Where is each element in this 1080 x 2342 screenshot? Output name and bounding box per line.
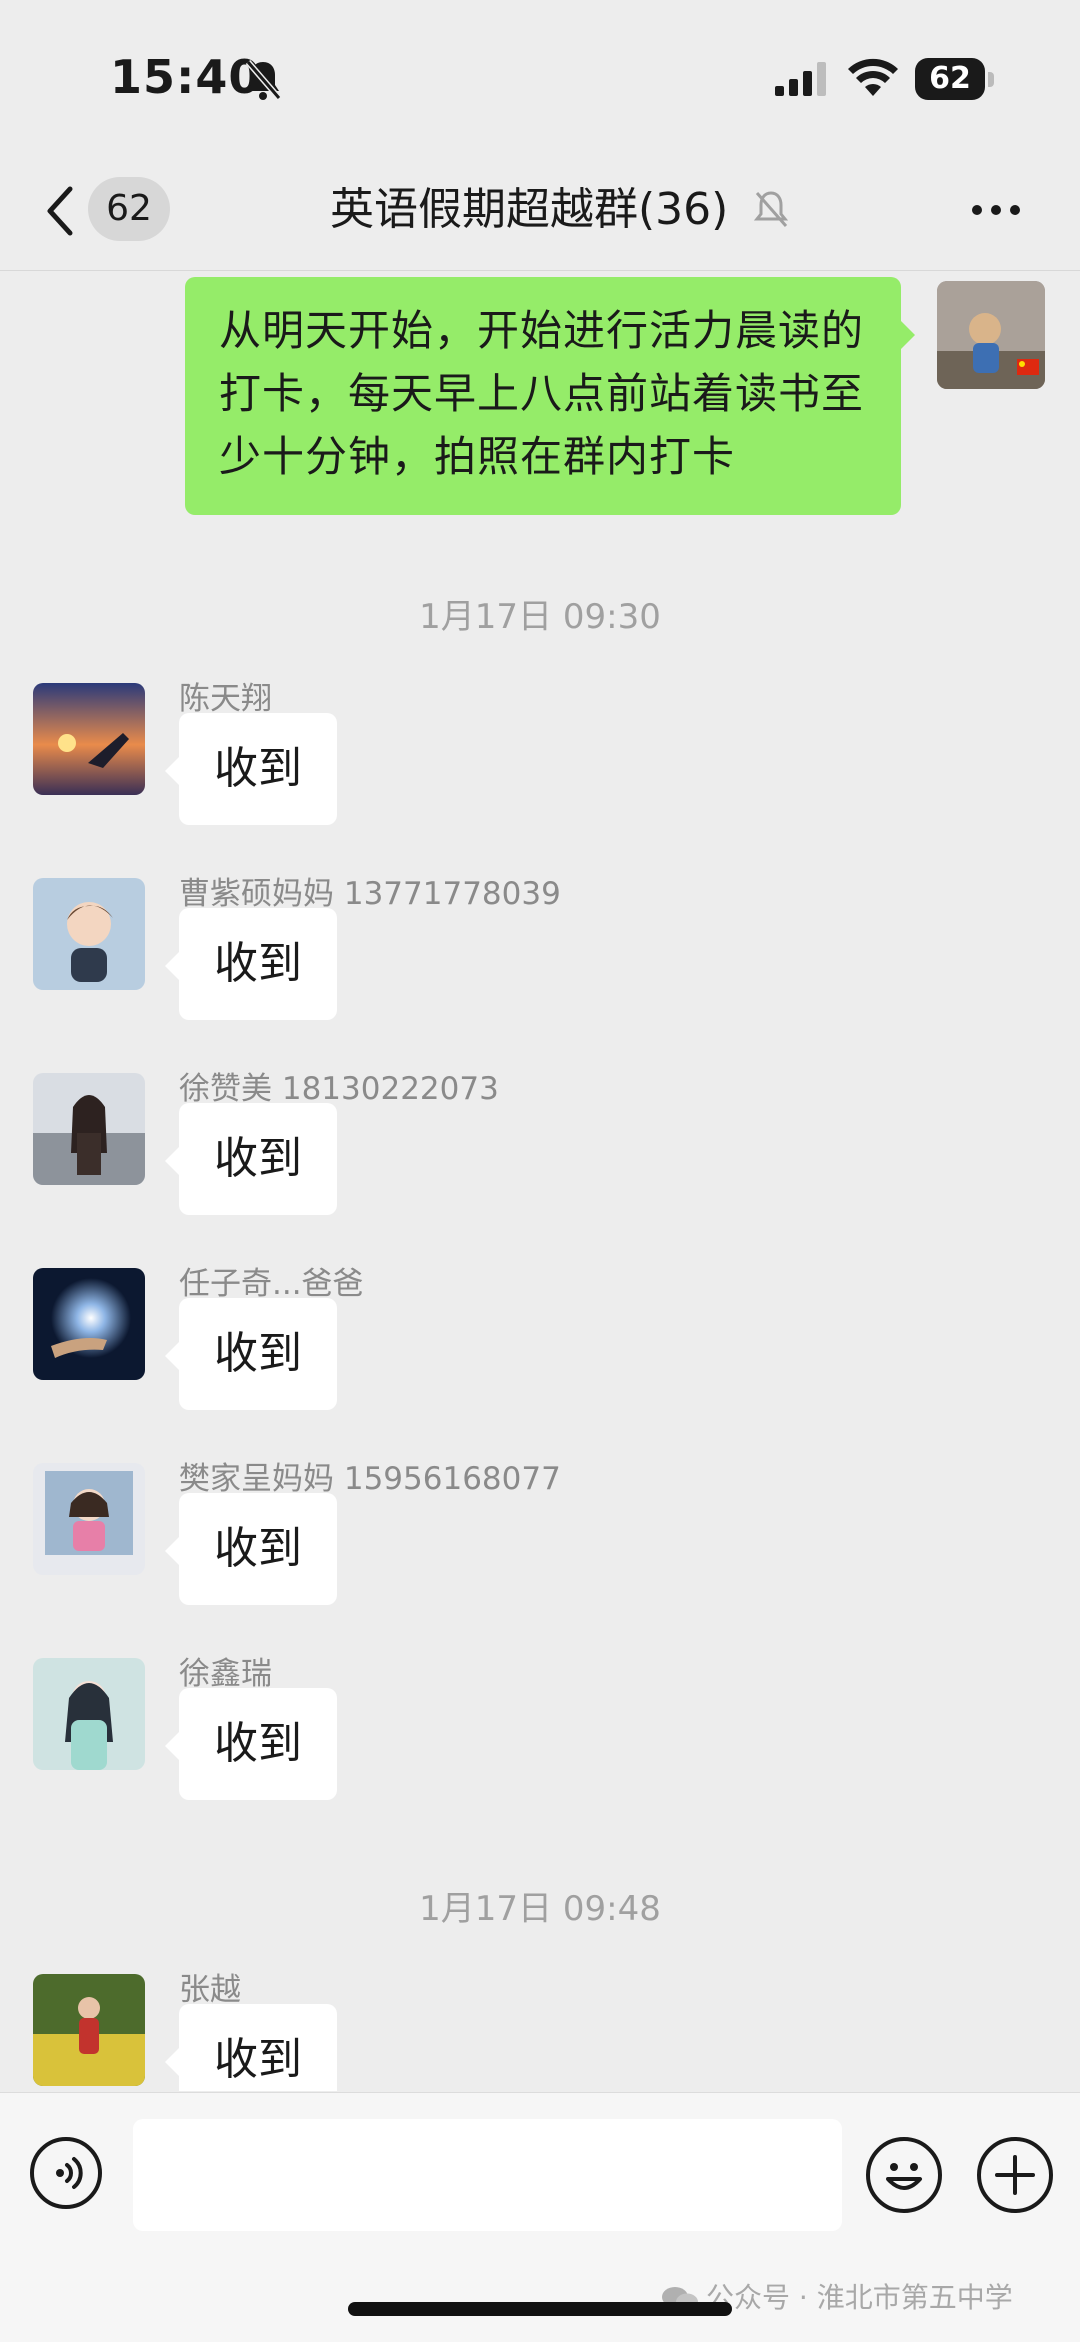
- chat-message-list[interactable]: 从明天开始，开始进行活力晨读的打卡，每天早上八点前站着读书至少十分钟，拍照在群内…: [0, 271, 1080, 2091]
- bell-off-icon: [245, 60, 282, 100]
- home-indicator[interactable]: [348, 2302, 732, 2316]
- message-bubble[interactable]: 收到: [165, 713, 337, 825]
- cellular-signal-icon: [775, 62, 826, 96]
- chat-message: 樊家呈妈妈 15956168077 收到: [0, 1453, 1080, 1633]
- smiley-icon: [886, 2163, 922, 2190]
- cartoon-girl-avatar[interactable]: [33, 878, 145, 990]
- chat-message: 曹紫硕妈妈 13771778039 收到: [0, 868, 1080, 1048]
- sender-name: 陈天翔: [179, 681, 272, 717]
- chat-message: 陈天翔 收到: [0, 673, 1080, 853]
- sender-name: 徐鑫瑞: [179, 1656, 272, 1692]
- watermark-text: 公众号 · 淮北市第五中学: [706, 2281, 1013, 2314]
- sender-name: 徐赞美 18130222073: [179, 1071, 499, 1107]
- sender-name: 张越: [179, 1972, 241, 2008]
- plus-icon: [995, 2155, 1035, 2195]
- sender-name: 樊家呈妈妈 15956168077: [179, 1461, 561, 1497]
- sunset-beach-avatar[interactable]: [33, 683, 145, 795]
- chat-message: 徐鑫瑞 收到: [0, 1648, 1080, 1828]
- back-chevron-icon[interactable]: [40, 183, 80, 239]
- chat-message: 张越 收到: [0, 1964, 1080, 2091]
- time-separator: 1月17日 09:48: [419, 1889, 661, 1929]
- glowing-hand-avatar[interactable]: [33, 1268, 145, 1380]
- chat-header: 62 英语假期超越群(36): [0, 150, 1080, 271]
- more-actions-button[interactable]: [977, 2137, 1053, 2213]
- message-bubble[interactable]: 收到: [165, 1493, 337, 1605]
- muted-bell-icon: [753, 191, 789, 227]
- my-avatar[interactable]: [937, 281, 1045, 389]
- status-bar: 15:40 62: [0, 0, 1080, 150]
- message-bubble[interactable]: 收到: [165, 1103, 337, 1215]
- more-options-icon[interactable]: [972, 200, 1032, 220]
- battery-tip: [988, 72, 994, 87]
- wifi-icon: [848, 58, 898, 96]
- battery-indicator: 62: [915, 58, 985, 100]
- my-message-bubble[interactable]: 从明天开始，开始进行活力晨读的打卡，每天早上八点前站着读书至少十分钟，拍照在群内…: [185, 277, 915, 515]
- voice-input-button[interactable]: [30, 2137, 102, 2209]
- child-photo-avatar[interactable]: [33, 1463, 145, 1575]
- message-bubble[interactable]: 收到: [165, 1298, 337, 1410]
- sender-name: 曹紫硕妈妈 13771778039: [179, 876, 561, 912]
- anime-girl-avatar[interactable]: [33, 1658, 145, 1770]
- unread-count-badge[interactable]: 62: [88, 177, 170, 241]
- chat-message: 徐赞美 18130222073 收到: [0, 1063, 1080, 1243]
- message-text-input[interactable]: [133, 2119, 842, 2231]
- message-bubble[interactable]: 收到: [165, 908, 337, 1020]
- chat-title[interactable]: 英语假期超越群(36): [330, 180, 728, 240]
- message-bubble[interactable]: 收到: [165, 2004, 337, 2091]
- message-bubble[interactable]: 收到: [165, 1688, 337, 1800]
- chat-message: 任子奇...爸爸 收到: [0, 1258, 1080, 1438]
- sender-name: 任子奇...爸爸: [179, 1266, 364, 1302]
- voice-icon: [56, 2157, 83, 2189]
- time-separator: 1月17日 09:30: [419, 597, 661, 637]
- status-time: 15:40: [110, 50, 262, 104]
- flower-field-avatar[interactable]: [33, 1974, 145, 2086]
- girl-snow-avatar[interactable]: [33, 1073, 145, 1185]
- emoji-button[interactable]: [866, 2137, 942, 2213]
